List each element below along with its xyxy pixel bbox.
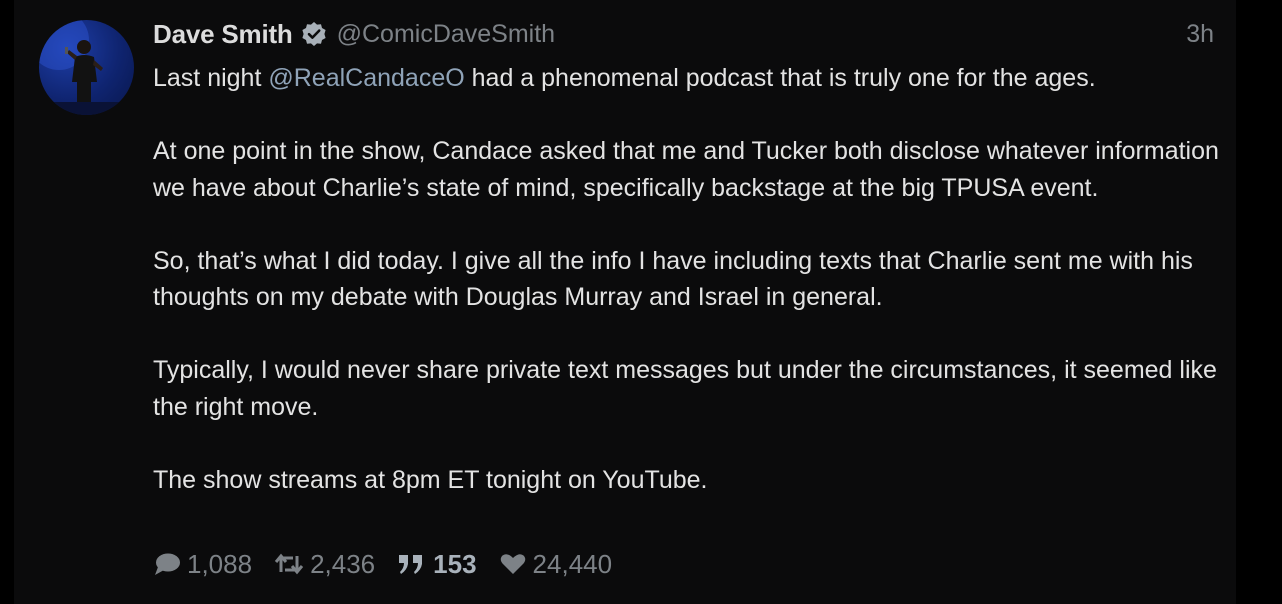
mention-link[interactable]: @RealCandaceO — [268, 64, 464, 92]
like-count: 24,440 — [532, 548, 613, 579]
retweet-arrows-icon — [274, 553, 304, 575]
reply-count: 1,088 — [187, 548, 253, 579]
tweet-paragraph: Typically, I would never share private t… — [153, 356, 1217, 421]
verified-badge-icon — [301, 21, 327, 47]
author-handle[interactable]: @ComicDaveSmith — [337, 20, 555, 49]
tweet-paragraph: Last night @RealCandaceO had a phenomena… — [153, 60, 1233, 97]
reply-button[interactable]: 1,088 — [153, 549, 252, 580]
heart-icon — [500, 554, 525, 574]
quote-marks-icon — [399, 555, 423, 574]
retweet-count: 2,436 — [310, 548, 376, 579]
like-button[interactable]: 24,440 — [499, 548, 613, 580]
quote-count: 153 — [433, 548, 477, 579]
tweet-paragraph: At one point in the show, Candace asked … — [153, 137, 1219, 202]
tweet-paragraph: So, that’s what I did today. I give all … — [153, 246, 1193, 312]
tweet-actions: 1,088 2,436 153 24,440 — [153, 546, 634, 582]
paragraph-text: had a phenomenal podcast that is truly o… — [464, 64, 1096, 92]
paragraph-text: Last night — [153, 64, 269, 92]
speech-bubble-icon — [155, 553, 180, 575]
quote-tweets-button[interactable]: 153 — [397, 548, 477, 580]
avatar[interactable] — [39, 20, 134, 115]
author-display-name[interactable]: Dave Smith — [153, 19, 293, 50]
tweet-text: Last night @RealCandaceO had a phenomena… — [153, 60, 1233, 535]
tweet-timestamp[interactable]: 3h — [1186, 20, 1214, 49]
tweet-header: Dave Smith @ComicDaveSmith — [153, 18, 555, 50]
tweet-card: Dave Smith @ComicDaveSmith 3h Last night… — [14, 0, 1236, 604]
tweet-paragraph: The show streams at 8pm ET tonight on Yo… — [153, 465, 708, 494]
retweet-button[interactable]: 2,436 — [274, 549, 375, 580]
